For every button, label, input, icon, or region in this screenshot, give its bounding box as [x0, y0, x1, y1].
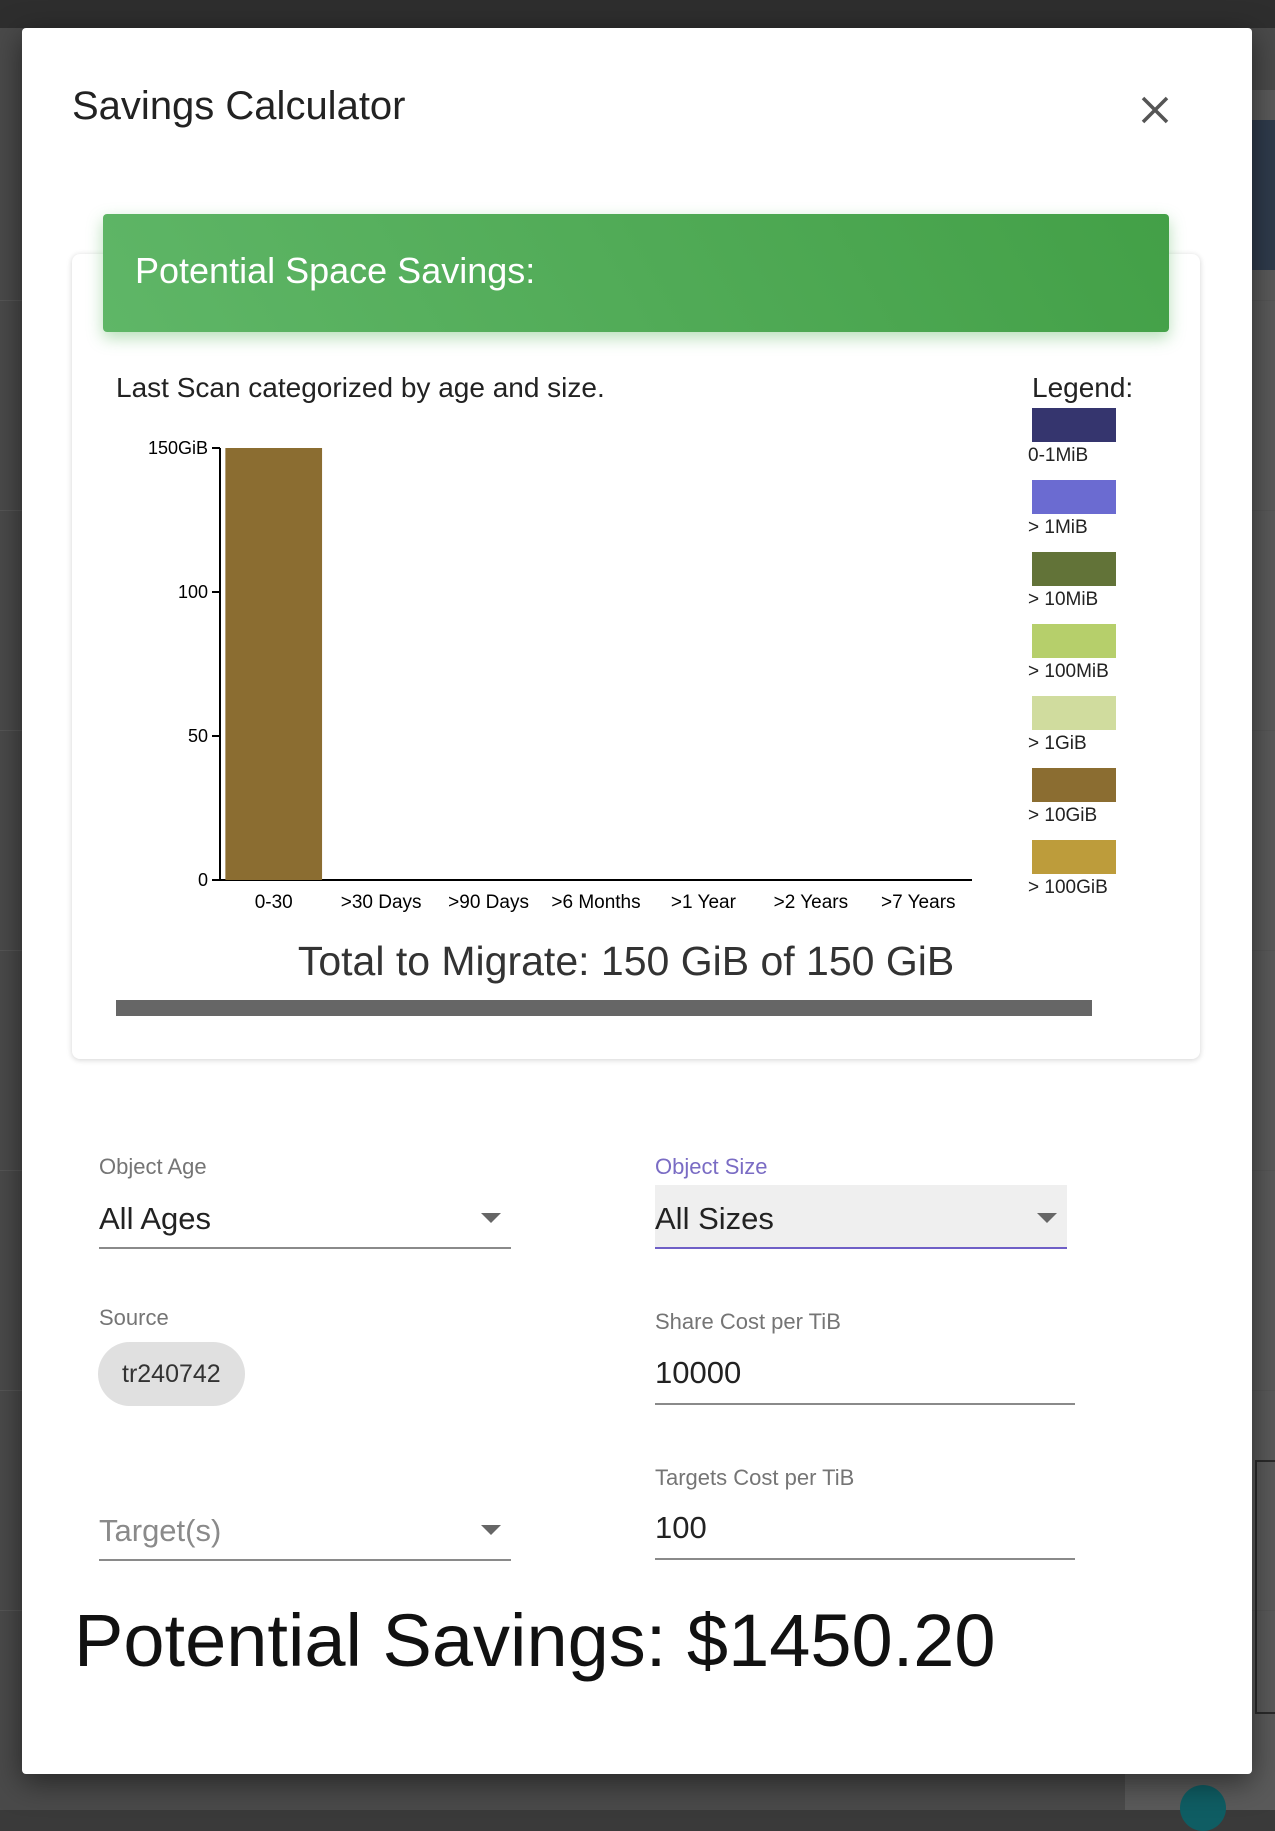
legend-swatch [1032, 624, 1116, 658]
legend-label: > 1GiB [1028, 733, 1087, 754]
background-box [1255, 1460, 1275, 1714]
dropdown-arrow-icon [481, 1525, 501, 1535]
targets-cost-label: Targets Cost per TiB [655, 1465, 855, 1490]
legend-label: > 10GiB [1028, 805, 1098, 826]
source-chip[interactable]: tr240742 [98, 1342, 245, 1406]
legend-item: > 10MiB [1028, 552, 1152, 611]
potential-savings: Potential Savings: $1450.20 [74, 1599, 996, 1682]
object-size-value: All Sizes [655, 1201, 774, 1236]
chart-caption: Last Scan categorized by age and size. [116, 372, 605, 403]
bar-chart: 0 50 100 150GiB 0-30 >30 Days >90 Days >6 Month… [148, 438, 972, 913]
legend-swatch [1032, 552, 1116, 586]
x-tick-label: >1 Year [671, 892, 737, 913]
share-cost-input[interactable] [655, 1355, 1075, 1391]
dropdown-arrow-icon [481, 1213, 501, 1223]
targets-placeholder: Target(s) [99, 1513, 222, 1548]
total-to-migrate: Total to Migrate: 150 GiB of 150 GiB [297, 938, 955, 984]
object-size-select[interactable]: All Sizes [655, 1185, 1067, 1249]
object-size-label: Object Size [655, 1154, 768, 1179]
legend-swatch [1032, 696, 1116, 730]
legend-title: Legend: [1032, 372, 1134, 403]
background-topbar [0, 0, 1275, 28]
card-header: Potential Space Savings: [103, 214, 1169, 332]
y-tick-label: 150GiB [148, 438, 208, 458]
x-tick-label: >7 Years [881, 892, 956, 913]
y-tick-label: 50 [188, 726, 208, 746]
y-tick-label: 100 [178, 582, 208, 602]
object-age-label: Object Age [99, 1154, 207, 1179]
x-tick-label: 0-30 [255, 892, 293, 913]
dialog-title: Savings Calculator [72, 84, 406, 128]
background-fab [1180, 1785, 1226, 1831]
share-cost-field[interactable] [655, 1343, 1075, 1405]
dropdown-arrow-icon [1037, 1213, 1057, 1223]
legend-swatch [1032, 768, 1116, 802]
close-button[interactable] [1133, 88, 1177, 132]
legend-swatch [1032, 840, 1116, 874]
close-icon [1141, 96, 1169, 124]
legend-item: > 1MiB [1028, 480, 1152, 539]
legend-label: > 100MiB [1028, 661, 1109, 682]
card-header-title: Potential Space Savings: [135, 250, 536, 291]
x-tick-label: >90 Days [448, 892, 529, 913]
targets-cost-field[interactable] [655, 1498, 1075, 1560]
migration-progress-bar [116, 1000, 1092, 1016]
targets-select[interactable]: Target(s) [99, 1497, 511, 1561]
legend-item: 0-1MiB [1028, 408, 1152, 467]
legend-item: > 10GiB [1028, 768, 1152, 827]
object-age-select[interactable]: All Ages [99, 1185, 511, 1249]
legend-item: > 100GiB [1028, 840, 1152, 899]
legend-label: > 100GiB [1028, 877, 1108, 898]
source-label: Source [99, 1305, 169, 1330]
share-cost-label: Share Cost per TiB [655, 1309, 841, 1334]
object-age-value: All Ages [99, 1201, 212, 1236]
legend-label: > 1MiB [1028, 517, 1088, 538]
bar-0-30 [225, 448, 323, 880]
targets-cost-input[interactable] [655, 1510, 1075, 1546]
x-tick-label: >6 Months [551, 892, 640, 913]
legend-item: > 1GiB [1028, 696, 1152, 755]
legend-item: > 100MiB [1028, 624, 1152, 683]
y-tick-label: 0 [198, 870, 208, 890]
x-tick-label: >2 Years [774, 892, 849, 913]
legend-swatch [1032, 480, 1116, 514]
x-tick-label: >30 Days [341, 892, 422, 913]
legend-label: > 10MiB [1028, 589, 1099, 610]
legend-swatch [1032, 408, 1116, 442]
migration-progress-fill [116, 1000, 1092, 1016]
legend-label: 0-1MiB [1028, 445, 1089, 466]
